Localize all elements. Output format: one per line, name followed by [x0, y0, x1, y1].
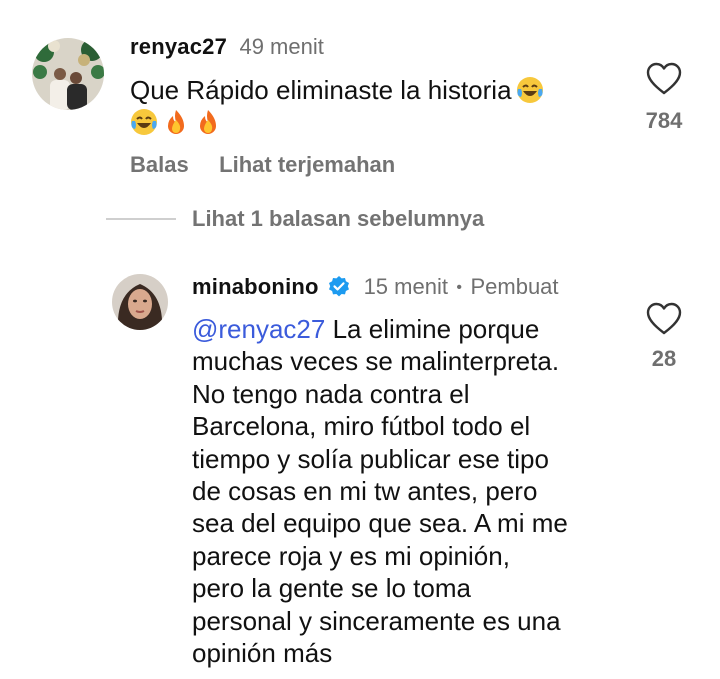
- tears-of-joy-emoji-icon: [130, 108, 158, 136]
- view-previous-replies-button[interactable]: Lihat 1 balasan sebelumnya: [192, 206, 484, 232]
- fire-emoji-icon: [162, 108, 190, 136]
- reply-button[interactable]: Balas: [130, 152, 189, 177]
- reply-text-line: pero la gente se lo toma: [192, 573, 471, 604]
- reply-text-line: muchas veces se malinterpreta.: [192, 346, 560, 377]
- fire-emoji-icon: [194, 108, 222, 136]
- see-translation-button[interactable]: Lihat terjemahan: [219, 152, 395, 177]
- reply-text-line: tiempo y solía publicar ese tipo: [192, 443, 549, 474]
- reply-text-line: opinión más: [192, 638, 333, 669]
- reply-username[interactable]: minabonino: [192, 274, 319, 299]
- reply-text-line: parece roja y es mi opinión,: [192, 540, 510, 571]
- heart-icon[interactable]: [646, 62, 682, 96]
- like-button[interactable]: [646, 62, 682, 96]
- comment-text: Que Rápido eliminaste la historia: [130, 74, 630, 139]
- meta-separator: •: [456, 279, 463, 296]
- heart-icon[interactable]: [646, 302, 682, 336]
- creator-label: Pembuat: [470, 274, 559, 299]
- comment-time: 49 menit: [239, 34, 324, 59]
- reply-text-line: La elimine porque: [332, 314, 540, 344]
- mention-link[interactable]: @renyac27: [192, 314, 325, 344]
- reply-text: @renyac27 La elimine porque muchas veces…: [192, 313, 632, 669]
- comment-text-body: Que Rápido eliminaste la historia: [130, 75, 512, 105]
- reply-text-line: sea del equipo que sea. A mi me: [192, 508, 568, 539]
- divider-line: [106, 218, 176, 220]
- tears-of-joy-emoji-icon: [516, 76, 544, 104]
- comment-username[interactable]: renyac27: [130, 34, 227, 59]
- reply-text-line: No tengo nada contra el: [192, 378, 470, 409]
- like-count: 784: [645, 108, 683, 133]
- avatar-renyac27[interactable]: [32, 38, 104, 110]
- avatar-minabonino[interactable]: [112, 274, 168, 330]
- reply-text-line: Barcelona, miro fútbol todo el: [192, 411, 531, 442]
- reply-like-button[interactable]: [646, 302, 682, 336]
- reply-text-line: de cosas en mi tw antes, pero: [192, 476, 538, 507]
- reply-like-count: 28: [651, 346, 677, 371]
- reply-time: 15 menit: [363, 274, 448, 299]
- reply-text-line: personal y sinceramente es una: [192, 605, 561, 636]
- verified-badge-icon: [327, 275, 351, 299]
